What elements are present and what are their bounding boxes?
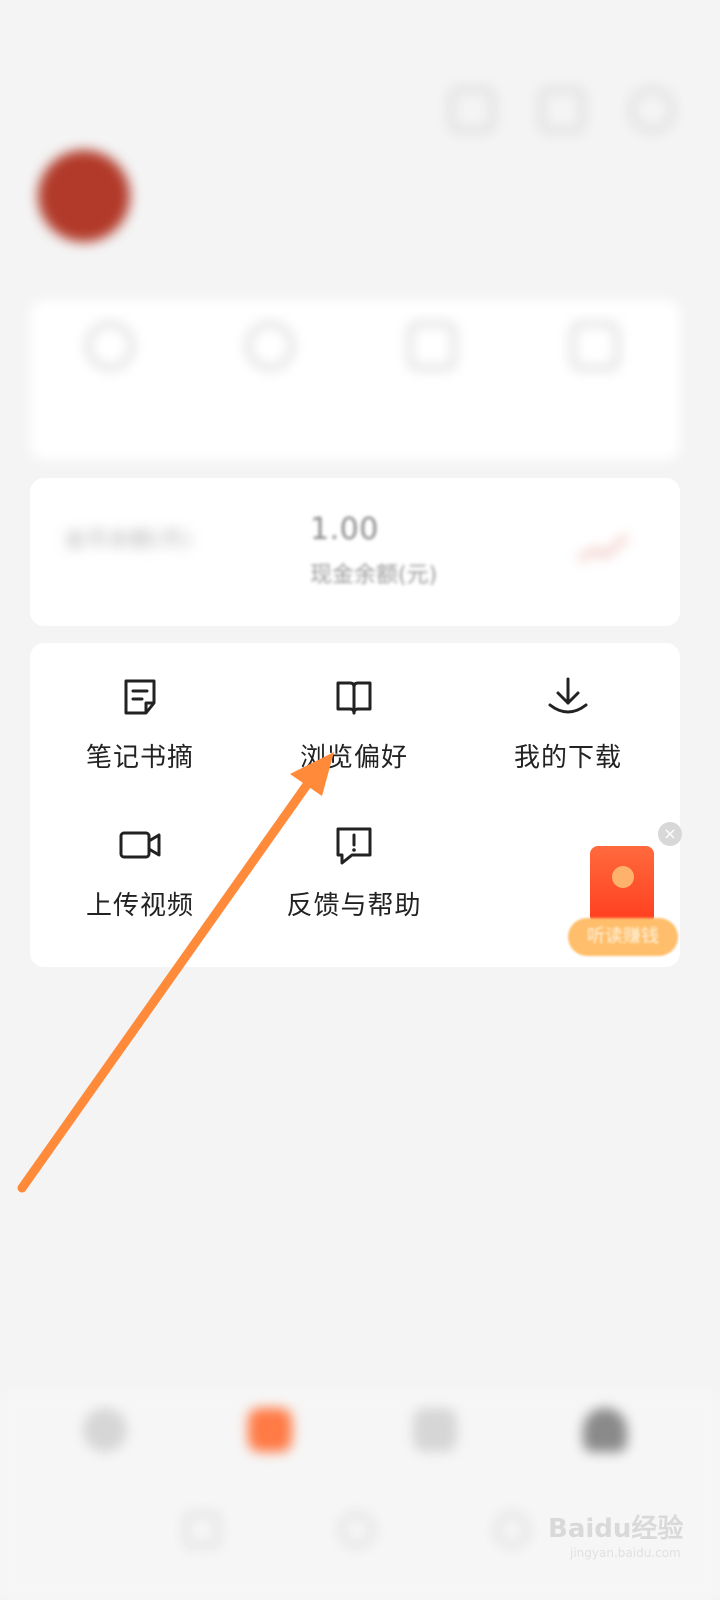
- calendar-icon: [408, 322, 456, 370]
- coin-icon: [612, 866, 634, 888]
- back-icon[interactable]: [495, 1513, 529, 1547]
- red-packet-icon: [590, 846, 654, 924]
- quick-item-history[interactable]: [35, 322, 185, 390]
- red-packet-label[interactable]: 听读赚钱: [568, 918, 678, 956]
- function-browse-preference[interactable]: 浏览偏好: [244, 675, 464, 774]
- profile-page: 金币余额(币) 1.00 现金余额(元) 笔记书摘 浏览偏好 我的下载 上传视频…: [0, 0, 720, 1600]
- home-icon: [83, 1408, 127, 1452]
- avatar[interactable]: [38, 150, 130, 242]
- nav-item-mine[interactable]: [545, 1408, 665, 1466]
- function-label: 浏览偏好: [299, 743, 408, 773]
- function-feedback-help[interactable]: 反馈与帮助: [244, 823, 464, 922]
- recent-apps-icon[interactable]: [185, 1513, 219, 1547]
- function-notes[interactable]: 笔记书摘: [30, 675, 250, 774]
- profile-header[interactable]: [30, 150, 670, 250]
- function-label: 笔记书摘: [85, 743, 194, 773]
- top-actions: [440, 88, 700, 138]
- status-bar: [0, 0, 720, 60]
- scan-icon[interactable]: [450, 88, 494, 132]
- video-icon: [248, 1408, 292, 1452]
- trend-icon: [577, 534, 629, 562]
- heart-icon: [246, 322, 294, 370]
- video-camera-icon: [119, 831, 161, 859]
- bookshelf-icon: [571, 322, 619, 370]
- nav-item-video[interactable]: [210, 1408, 330, 1466]
- function-upload-video[interactable]: 上传视频: [30, 823, 250, 922]
- feedback-icon: [336, 827, 372, 865]
- balance-card[interactable]: 金币余额(币) 1.00 现金余额(元): [30, 478, 680, 626]
- book-icon: [336, 681, 372, 715]
- star-icon: [413, 1408, 457, 1452]
- nav-item-home[interactable]: [45, 1408, 165, 1466]
- red-packet-widget[interactable]: × 听读赚钱: [568, 818, 688, 968]
- settings-icon[interactable]: [630, 88, 674, 132]
- function-label: 上传视频: [85, 891, 194, 921]
- download-icon: [548, 677, 588, 714]
- coin-balance[interactable]: 金币余额(币): [64, 512, 191, 554]
- cash-balance[interactable]: 1.00 现金余额(元): [310, 512, 437, 589]
- function-label: 我的下载: [513, 743, 622, 773]
- function-downloads[interactable]: 我的下载: [458, 675, 678, 774]
- watermark-url: jingyan.baidu.com: [570, 1546, 681, 1560]
- note-icon: [124, 679, 156, 715]
- cash-balance-value: 1.00: [310, 512, 379, 547]
- message-icon[interactable]: [540, 88, 584, 132]
- person-icon: [583, 1408, 627, 1452]
- function-label: 反馈与帮助: [286, 891, 422, 921]
- close-icon[interactable]: ×: [658, 822, 682, 846]
- quick-item-bookshelf[interactable]: [520, 322, 670, 390]
- coin-balance-label: 金币余额(币): [64, 528, 192, 553]
- nav-item-discover[interactable]: [375, 1408, 495, 1466]
- quick-item-calendar[interactable]: [357, 322, 507, 390]
- quick-item-favorites[interactable]: [195, 322, 345, 390]
- quick-actions-card: [30, 300, 680, 460]
- clock-icon: [86, 322, 134, 370]
- home-button-icon[interactable]: [340, 1513, 374, 1547]
- cash-balance-label: 现金余额(元): [310, 563, 438, 588]
- watermark: Baidu经验: [548, 1514, 684, 1544]
